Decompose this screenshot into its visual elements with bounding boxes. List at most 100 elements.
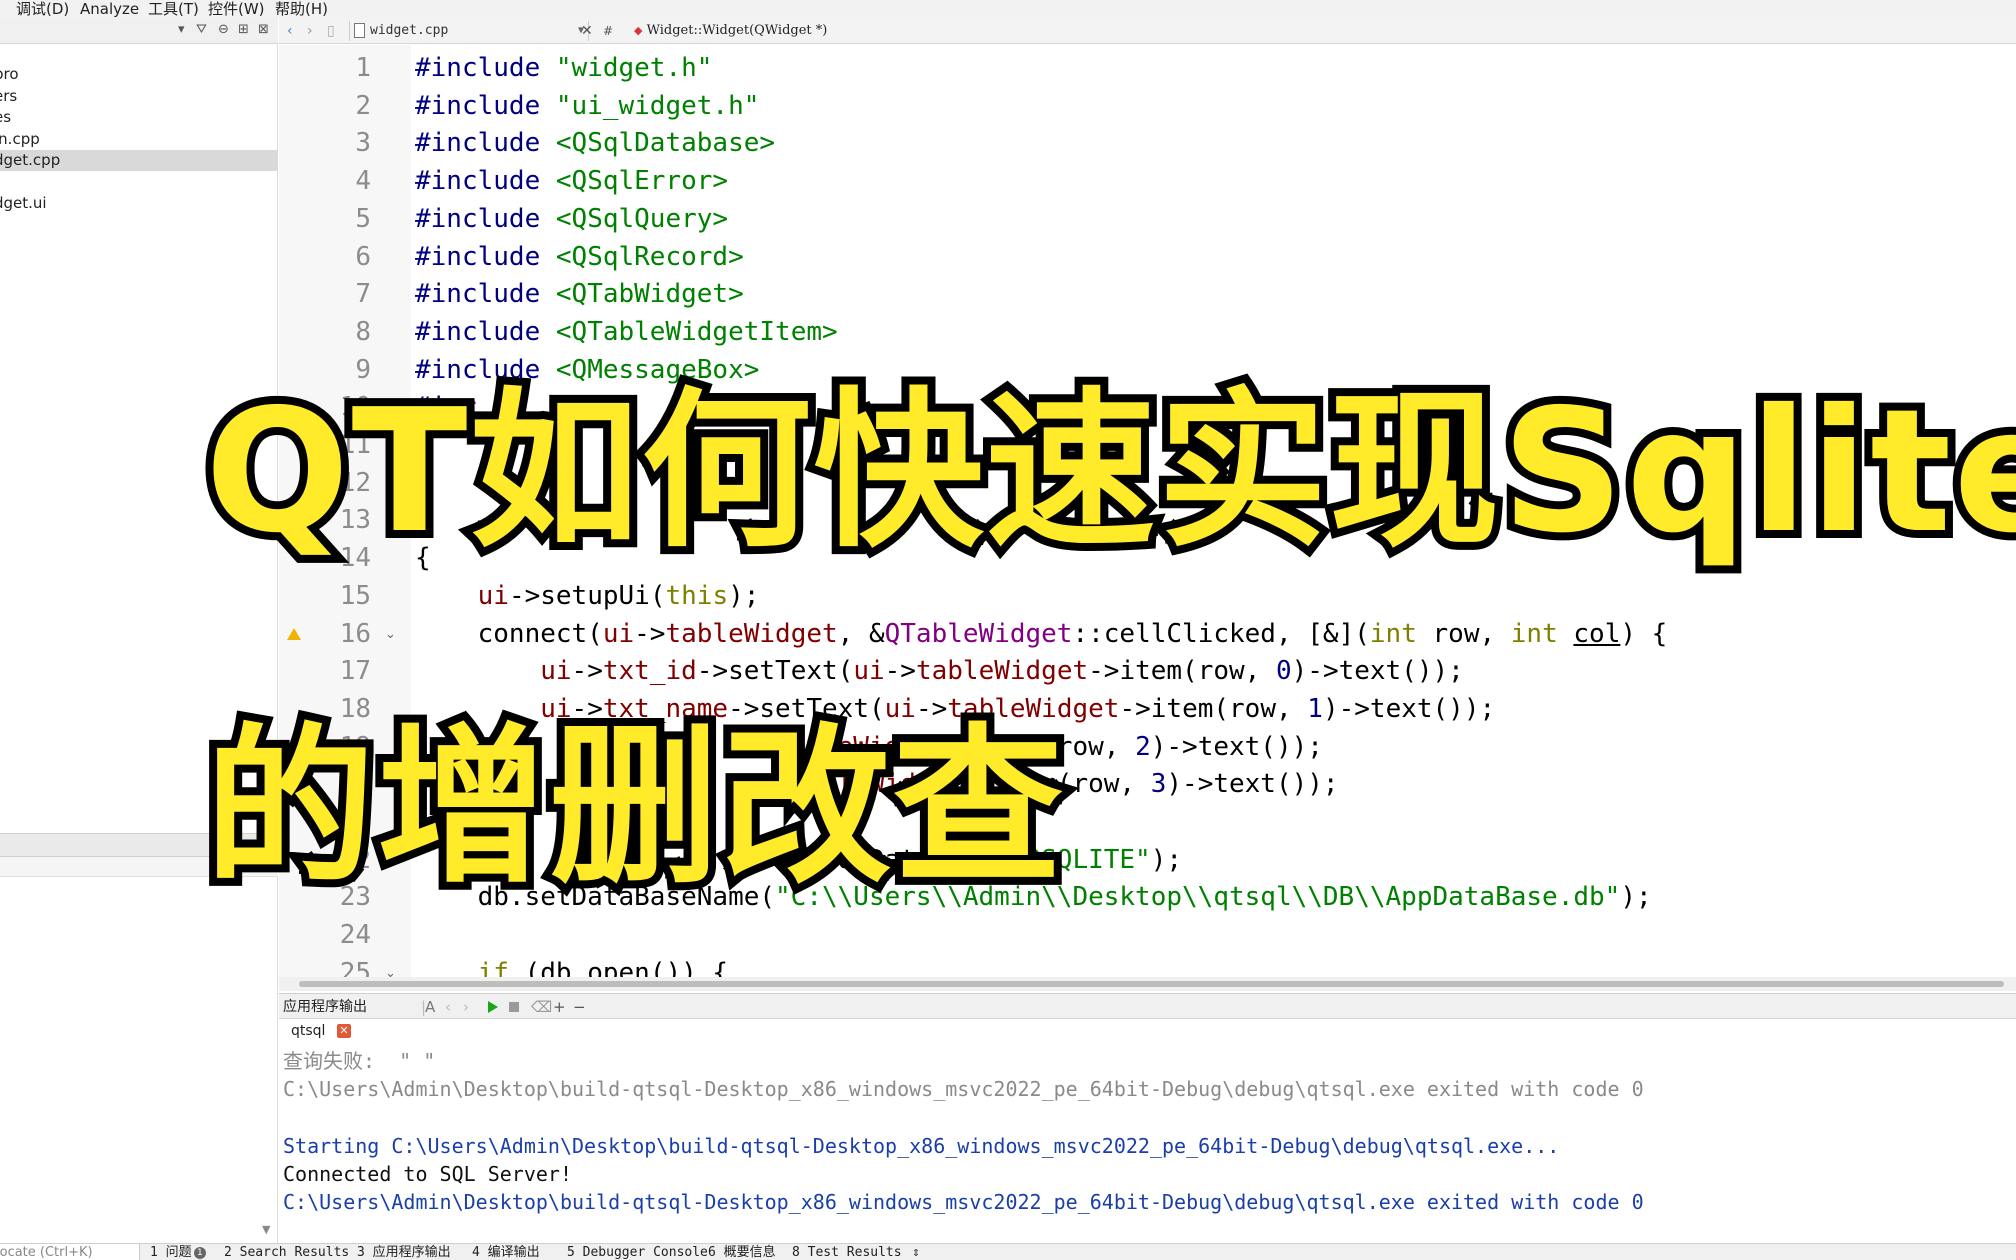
line-number: 15: [339, 581, 371, 611]
symbol-name: Widget::Widget(QWidget *): [646, 23, 828, 38]
scrollbar-thumb[interactable]: [299, 981, 2004, 987]
tree-item-widget-cpp[interactable]: dget.cpp: [0, 150, 278, 171]
back-icon[interactable]: ‹: [287, 18, 293, 44]
code-token: ui: [540, 656, 572, 686]
output-line: Starting C:\Users\Admin\Desktop\build-qt…: [283, 1134, 1560, 1158]
code-token: #include: [415, 166, 556, 196]
run-icon[interactable]: [488, 1001, 498, 1013]
code-line[interactable]: ui->txt_id->setText(ui->tableWidget->ite…: [415, 653, 1464, 690]
close-file-icon[interactable]: ✕: [581, 18, 593, 44]
editor-toolbar: ‹ › ▯ widget.cpp ▼ ✕ # ◆ Widget::Widget(…: [279, 18, 2016, 44]
code-line[interactable]: #include <QSqlDatabase>: [415, 125, 775, 162]
output-line: C:\Users\Admin\Desktop\build-qtsql-Deskt…: [283, 1077, 1644, 1101]
code-token: QTableWidget: [884, 619, 1073, 649]
menu-bar: 调试(D) Analyze 工具(T) 控件(W) 帮助(H): [0, 0, 2016, 18]
close-icon[interactable]: ✕: [337, 1024, 351, 1038]
line-number: 7: [355, 279, 371, 309]
link-icon[interactable]: ⊖: [218, 22, 229, 37]
close-icon[interactable]: ⊠: [258, 22, 269, 37]
code-token: 0: [1275, 656, 1292, 686]
code-token: #include: [415, 128, 556, 158]
menu-controls[interactable]: 控件(W): [208, 0, 265, 18]
output-line: 查询失败: " ": [283, 1049, 436, 1073]
scroll-down-icon[interactable]: ▼: [262, 1223, 270, 1236]
code-line[interactable]: connect(ui->tableWidget, &QTableWidget::…: [415, 616, 1668, 653]
tree-item-pro[interactable]: pro: [0, 64, 278, 85]
tree-item-main-cpp[interactable]: in.cpp: [0, 129, 278, 150]
tree-item-sources[interactable]: es: [0, 107, 278, 128]
code-token: int: [1369, 619, 1417, 649]
forward-icon[interactable]: ›: [307, 18, 313, 44]
status-tab[interactable]: 8 Test Results: [792, 1244, 902, 1260]
code-token: #include: [415, 204, 556, 234]
code-token: <QSqlError>: [555, 166, 729, 196]
line-number: 4: [355, 166, 371, 196]
code-line[interactable]: #include <QTabWidget>: [415, 276, 744, 313]
code-token: ->setupUi(: [508, 581, 666, 611]
status-tab[interactable]: 4 编译输出: [472, 1244, 540, 1260]
split-icon[interactable]: ⊞: [238, 22, 249, 37]
warning-icon[interactable]: [287, 628, 301, 640]
status-tab[interactable]: 5 Debugger Console: [567, 1244, 708, 1260]
line-number: 2: [355, 91, 371, 121]
line-number: 17: [339, 656, 371, 686]
code-token: this: [665, 581, 729, 611]
code-line[interactable]: #include "widget.h": [415, 50, 712, 87]
line-number: 5: [355, 204, 371, 234]
overlay-title-line1: QT如何快速实现Sqlite: [197, 365, 2016, 579]
code-line[interactable]: #include <QSqlRecord>: [415, 239, 744, 276]
lock-icon: ▯: [327, 23, 335, 39]
stop-icon[interactable]: [509, 1002, 519, 1012]
code-line[interactable]: #include "ui_widget.h": [415, 88, 759, 125]
code-token: ) {: [1620, 619, 1668, 649]
code-line[interactable]: #include <QSqlQuery>: [415, 201, 728, 238]
menu-debug[interactable]: 调试(D): [16, 0, 69, 18]
code-line[interactable]: #include <QSqlError>: [415, 163, 728, 200]
tree-item-forms[interactable]: .: [0, 172, 278, 193]
next-icon[interactable]: ›: [463, 994, 469, 1020]
output-line: C:\Users\Admin\Desktop\build-qtsql-Deskt…: [283, 1190, 1644, 1214]
tab-qtsql[interactable]: qtsql: [291, 1022, 325, 1040]
menu-help[interactable]: 帮助(H): [275, 0, 328, 18]
clear-icon[interactable]: ⌫: [531, 994, 552, 1020]
code-token: ui: [853, 656, 885, 686]
code-token: ->item(row,: [1119, 694, 1308, 724]
output-line: Connected to SQL Server!: [283, 1162, 572, 1186]
zoom-in-icon[interactable]: +: [553, 994, 566, 1020]
locator-input[interactable]: locate (Ctrl+K): [0, 1244, 140, 1260]
menu-tools[interactable]: 工具(T): [148, 0, 199, 18]
issue-count-badge: 1: [193, 1246, 206, 1259]
chevron-down-icon[interactable]: ▾: [178, 22, 185, 37]
code-token: #include: [415, 279, 556, 309]
status-tab[interactable]: 2 Search Results: [224, 1244, 349, 1260]
code-token: 1: [1307, 694, 1323, 724]
symbol-selector[interactable]: ◆ Widget::Widget(QWidget *): [634, 21, 934, 41]
code-token: <QTableWidgetItem>: [555, 317, 838, 347]
filter-icon[interactable]: ⛛: [196, 22, 207, 37]
updown-arrow-icon[interactable]: ⇕: [912, 1244, 920, 1260]
sidebar-toolbar: ▾ ⛛ ⊖ ⊞ ⊠: [0, 18, 278, 44]
zoom-out-icon[interactable]: −: [573, 994, 586, 1020]
file-selector[interactable]: widget.cpp ▼: [349, 21, 589, 41]
code-token: ->setText(: [696, 656, 854, 686]
status-tab[interactable]: 6 概要信息: [708, 1244, 776, 1260]
code-token: )->text());: [1291, 656, 1464, 686]
code-token: tableWidget: [665, 619, 838, 649]
menu-analyze[interactable]: Analyze: [80, 0, 139, 18]
status-tab[interactable]: 1 问题 1: [150, 1244, 206, 1260]
status-tab[interactable]: 3 应用程序输出: [357, 1244, 451, 1260]
output-pane-title: 应用程序输出: [283, 999, 367, 1015]
code-token: "ui_widget.h": [555, 91, 760, 121]
tree-item-headers[interactable]: ers: [0, 86, 278, 107]
code-token: )->text());: [1322, 694, 1496, 724]
horizontal-scrollbar[interactable]: [279, 977, 2016, 991]
tree-item-widget-ui[interactable]: dget.ui: [0, 193, 278, 214]
code-token: , &: [837, 619, 885, 649]
code-line[interactable]: #include <QTableWidgetItem>: [415, 314, 838, 351]
fold-chevron-icon[interactable]: ⌄: [385, 616, 396, 653]
font-size-icon[interactable]: A: [425, 994, 435, 1020]
code-line[interactable]: ui->setupUi(this);: [415, 578, 760, 615]
code-token: connect(: [415, 619, 603, 649]
prev-icon[interactable]: ‹: [445, 994, 451, 1020]
